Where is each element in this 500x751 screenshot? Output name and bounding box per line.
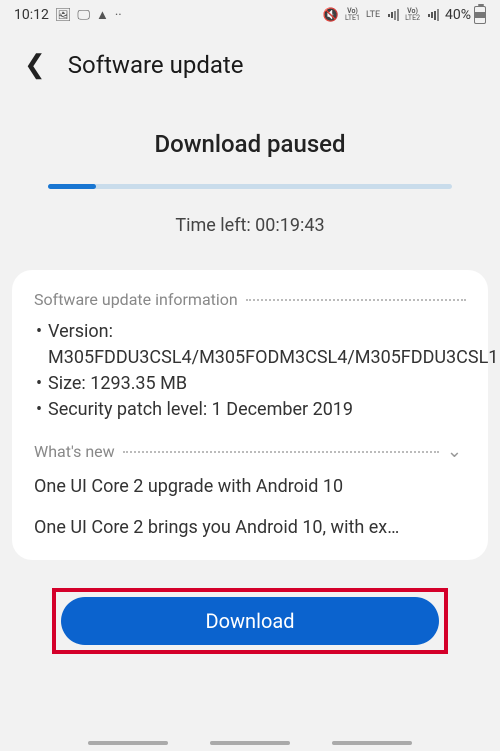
nav-recent[interactable]: [88, 741, 168, 745]
highlight-box: Download: [52, 588, 448, 654]
battery-percent: 40%: [445, 7, 471, 23]
status-right: 🔇 Vo)LTE1 LTE Vo)LTE2 40%: [323, 6, 486, 24]
whats-new-header[interactable]: What's new ⌄: [34, 437, 466, 466]
image-icon: 🖼: [55, 8, 72, 23]
whats-new-body: One UI Core 2 brings you Android 10, wit…: [34, 517, 466, 538]
cast-icon: 🖵: [77, 8, 90, 23]
info-version: Version: M305FDDU3CSL4/M305FODM3CSL4/M30…: [34, 319, 466, 371]
nav-bar: [0, 741, 500, 745]
dots-divider: [123, 451, 439, 453]
time-left: Time left: 00:19:43: [48, 215, 452, 236]
progress-fill: [48, 184, 96, 189]
lte-icon: LTE: [366, 10, 380, 20]
whats-new-headline: One UI Core 2 upgrade with Android 10: [34, 476, 466, 497]
more-icon: ··: [115, 8, 122, 23]
download-button[interactable]: Download: [61, 597, 439, 645]
nav-home[interactable]: [210, 741, 290, 745]
dots-divider: [246, 299, 466, 301]
signal1-bars: [388, 9, 399, 21]
nav-back[interactable]: [332, 741, 412, 745]
warning-icon: ▲: [96, 7, 109, 23]
status-time: 10:12: [14, 7, 49, 23]
battery-indicator: 40%: [445, 6, 486, 24]
page-header: ❮ Software update: [0, 30, 500, 96]
info-section-label: Software update information: [34, 290, 238, 309]
back-icon[interactable]: ❮: [20, 46, 50, 84]
chevron-down-icon[interactable]: ⌄: [443, 437, 466, 466]
page-title: Software update: [68, 51, 244, 79]
info-list: Version: M305FDDU3CSL4/M305FODM3CSL4/M30…: [34, 319, 466, 423]
download-title: Download paused: [48, 130, 452, 158]
mute-icon: 🔇: [323, 8, 339, 23]
battery-icon: [474, 6, 486, 24]
progress-bar: [48, 184, 452, 189]
info-size: Size: 1293.35 MB: [34, 371, 466, 397]
status-left: 10:12 🖼 🖵 ▲ ··: [14, 7, 122, 23]
status-bar: 10:12 🖼 🖵 ▲ ·· 🔇 Vo)LTE1 LTE Vo)LTE2 40%: [0, 0, 500, 30]
signal2-bars: [428, 9, 439, 21]
download-status: Download paused Time left: 00:19:43: [0, 130, 500, 236]
whats-new-label: What's new: [34, 442, 115, 461]
info-card: Software update information Version: M30…: [12, 270, 488, 560]
info-section-header: Software update information: [34, 290, 466, 309]
sim2-indicator: Vo)LTE2: [405, 8, 420, 22]
sim1-indicator: Vo)LTE1: [345, 8, 360, 22]
info-security: Security patch level: 1 December 2019: [34, 397, 466, 423]
